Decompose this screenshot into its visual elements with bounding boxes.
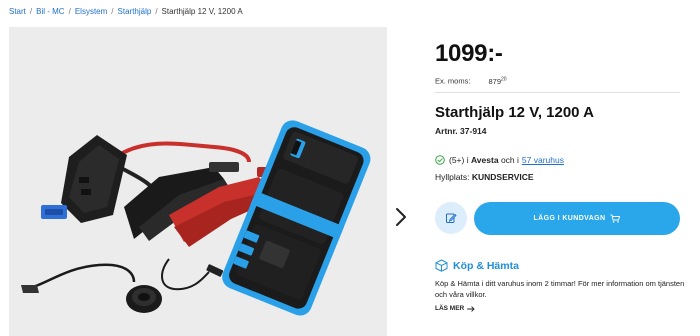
- breadcrumb-starthjalp[interactable]: Starthjälp: [118, 6, 152, 18]
- shelf-label: Hyllplats:: [435, 172, 470, 182]
- chevron-right-icon[interactable]: [392, 206, 410, 228]
- product-image[interactable]: [9, 27, 387, 336]
- check-circle-icon: [435, 155, 445, 165]
- breadcrumb-bil-mc[interactable]: Bil - MC: [36, 6, 64, 18]
- stores-link[interactable]: 57 varuhus: [522, 155, 564, 165]
- breadcrumb-elsystem[interactable]: Elsystem: [75, 6, 107, 18]
- read-more-link[interactable]: LÄS MER: [435, 305, 685, 312]
- ex-vat-value: 87920: [488, 76, 507, 86]
- divider: [435, 92, 680, 93]
- stock-store: Avesta: [470, 155, 499, 165]
- ex-vat-label: Ex. moms:: [435, 76, 471, 86]
- price-ex-vat: Ex. moms: 87920: [435, 76, 507, 86]
- add-to-cart-label: LÄGG I KUNDVAGN: [533, 215, 606, 222]
- breadcrumb-separator: /: [111, 7, 114, 16]
- breadcrumb-separator: /: [155, 7, 158, 16]
- breadcrumb-separator: /: [68, 7, 71, 16]
- jump-starter-illustration: [21, 120, 371, 316]
- click-and-collect-info: Köp & Hämta Köp & Hämta i ditt varuhus i…: [435, 259, 685, 312]
- cart-icon: [610, 214, 621, 223]
- breadcrumb-separator: /: [29, 7, 33, 16]
- shelf-value: KUNDSERVICE: [471, 172, 534, 182]
- arrow-right-icon: [467, 305, 475, 312]
- click-and-collect-title: Köp & Hämta: [435, 259, 685, 272]
- product-price: 1099:-: [435, 40, 503, 67]
- shelf-location: Hyllplats: KUNDSERVICE: [435, 172, 534, 182]
- stock-status: (5+) i Avesta och i 57 varuhus: [435, 155, 564, 165]
- box-icon: [435, 259, 448, 272]
- click-and-collect-text: Köp & Hämta i ditt varuhus inom 2 timmar…: [435, 279, 685, 299]
- car-socket: [126, 285, 162, 313]
- add-to-list-button[interactable]: [435, 202, 467, 234]
- edit-list-icon: [446, 213, 457, 223]
- breadcrumb-start[interactable]: Start: [9, 6, 26, 18]
- stock-count: (5+) i: [449, 155, 469, 165]
- add-to-cart-button[interactable]: LÄGG I KUNDVAGN: [474, 202, 680, 235]
- cable-controller: [41, 135, 127, 223]
- article-number: Artnr. 37-914: [435, 126, 487, 136]
- jump-starter-unit: [222, 120, 371, 316]
- product-title: Starthjälp 12 V, 1200 A: [435, 104, 594, 121]
- breadcrumb-current: Starthjälp 12 V, 1200 A: [161, 7, 243, 16]
- stock-and: och i: [500, 155, 519, 165]
- breadcrumb: Start / Bil - MC / Elsystem / Starthjälp…: [9, 6, 243, 18]
